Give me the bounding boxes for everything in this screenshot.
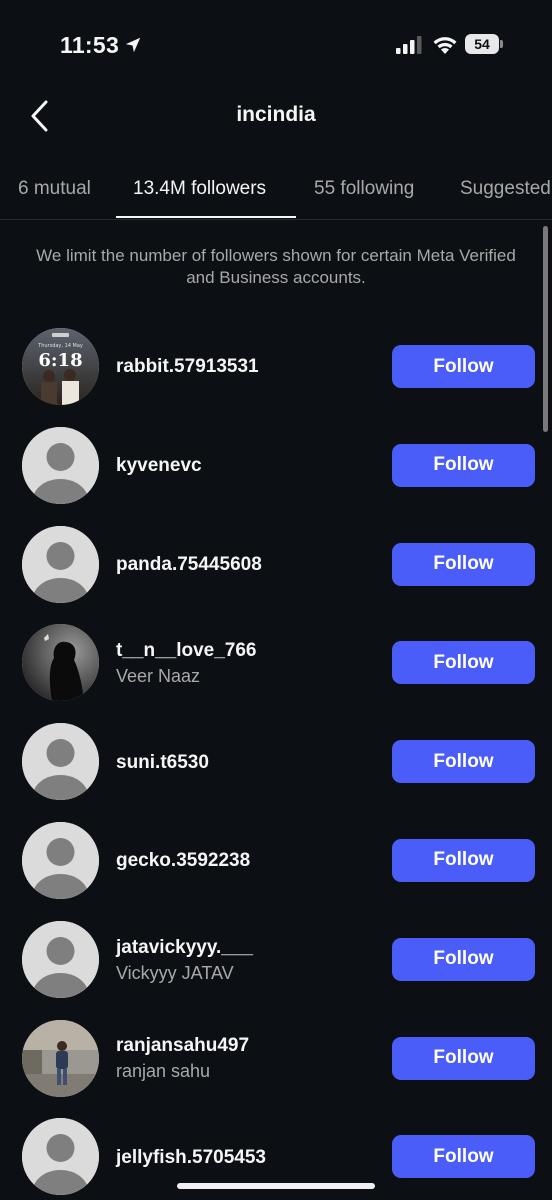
follower-names[interactable]: rabbit.57913531 xyxy=(116,318,259,417)
default-avatar-icon xyxy=(22,1118,99,1196)
svg-text:6:18: 6:18 xyxy=(38,350,82,371)
username[interactable]: t__n__love_766 xyxy=(116,640,257,662)
status-bar: 11:53 54 xyxy=(0,0,552,90)
avatar[interactable] xyxy=(22,723,99,801)
follower-names[interactable]: suni.t6530 xyxy=(116,713,209,812)
battery-level: 54 xyxy=(465,34,499,54)
username[interactable]: jellyfish.5705453 xyxy=(116,1147,266,1169)
follow-button[interactable]: Follow xyxy=(392,838,535,882)
avatar[interactable] xyxy=(22,624,99,702)
follow-button[interactable]: Follow xyxy=(392,1036,535,1080)
follow-button[interactable]: Follow xyxy=(392,443,535,487)
followers-screen: 11:53 54 incindia 6 mutual 13.4M followe… xyxy=(0,0,552,1200)
username[interactable]: panda.75445608 xyxy=(116,554,262,576)
follower-names[interactable]: panda.75445608 xyxy=(116,516,262,615)
follower-names[interactable]: kyvenevc xyxy=(116,417,202,516)
avatar[interactable] xyxy=(22,920,99,998)
follow-button[interactable]: Follow xyxy=(392,641,535,685)
follow-button[interactable]: Follow xyxy=(392,345,535,388)
follower-names[interactable]: gecko.3592238 xyxy=(116,812,250,911)
battery-icon: 54 xyxy=(465,34,503,54)
follower-row[interactable]: panda.75445608 Follow xyxy=(0,516,552,615)
follower-row[interactable]: Thursday, 14 May 6:18 rabbit.57913531 Follo… xyxy=(0,318,552,417)
username[interactable]: gecko.3592238 xyxy=(116,850,250,872)
cellular-signal-icon xyxy=(396,36,422,54)
default-avatar-icon xyxy=(22,525,99,603)
follower-row[interactable]: jatavickyyy.___ Vickyyy JATAV Follow xyxy=(0,911,552,1010)
default-avatar-icon xyxy=(22,426,99,504)
follower-list: Thursday, 14 May 6:18 rabbit.57913531 Follo… xyxy=(0,318,552,1200)
avatar[interactable] xyxy=(22,1118,99,1196)
wifi-icon xyxy=(433,37,457,54)
battery-tip xyxy=(500,40,503,48)
status-time: 11:53 xyxy=(60,32,120,58)
username[interactable]: kyvenevc xyxy=(116,455,202,477)
avatar[interactable] xyxy=(22,525,99,603)
avatar[interactable] xyxy=(22,426,99,504)
follower-names[interactable]: ranjansahu497 ranjan sahu xyxy=(116,1010,249,1109)
tab-followers[interactable]: 13.4M followers xyxy=(133,178,266,200)
follow-button[interactable]: Follow xyxy=(392,1135,535,1179)
username[interactable]: jatavickyyy.___ xyxy=(116,937,253,959)
svg-text:Thursday, 14 May: Thursday, 14 May xyxy=(37,343,83,349)
tab-suggested[interactable]: Suggested xyxy=(460,178,551,200)
avatar[interactable]: Thursday, 14 May 6:18 xyxy=(22,328,99,405)
follower-names[interactable]: jatavickyyy.___ Vickyyy JATAV xyxy=(116,911,253,1010)
follow-button[interactable]: Follow xyxy=(392,937,535,981)
username[interactable]: ranjansahu497 xyxy=(116,1035,249,1057)
follower-names[interactable]: t__n__love_766 Veer Naaz xyxy=(116,614,257,713)
follow-button[interactable]: Follow xyxy=(392,542,535,586)
follower-limit-notice: We limit the number of followers shown f… xyxy=(36,246,516,287)
avatar[interactable] xyxy=(22,1019,99,1097)
follower-row[interactable]: gecko.3592238 Follow xyxy=(0,812,552,911)
follow-button[interactable]: Follow xyxy=(392,740,535,784)
full-name: Veer Naaz xyxy=(116,666,201,687)
tab-following[interactable]: 55 following xyxy=(314,178,414,200)
location-arrow-icon xyxy=(125,37,141,53)
full-name: ranjan sahu xyxy=(116,1061,211,1082)
scrollbar[interactable] xyxy=(543,226,548,432)
default-avatar-icon xyxy=(22,920,99,998)
active-tab-indicator xyxy=(116,216,296,218)
avatar[interactable] xyxy=(22,821,99,899)
default-avatar-icon xyxy=(22,723,99,801)
follower-row[interactable]: kyvenevc Follow xyxy=(0,417,552,516)
follower-row[interactable]: ranjansahu497 ranjan sahu Follow xyxy=(0,1010,552,1109)
username[interactable]: suni.t6530 xyxy=(116,752,209,774)
tab-bar: 6 mutual 13.4M followers 55 following Su… xyxy=(0,160,552,220)
follower-row[interactable]: suni.t6530 Follow xyxy=(0,713,552,812)
tab-mutual[interactable]: 6 mutual xyxy=(18,178,91,200)
page-title: incindia xyxy=(236,103,316,126)
full-name: Vickyyy JATAV xyxy=(116,962,234,983)
follower-row[interactable]: t__n__love_766 Veer Naaz Follow xyxy=(0,614,552,713)
username[interactable]: rabbit.57913531 xyxy=(116,356,259,378)
default-avatar-icon xyxy=(22,821,99,899)
home-indicator[interactable] xyxy=(177,1183,375,1189)
